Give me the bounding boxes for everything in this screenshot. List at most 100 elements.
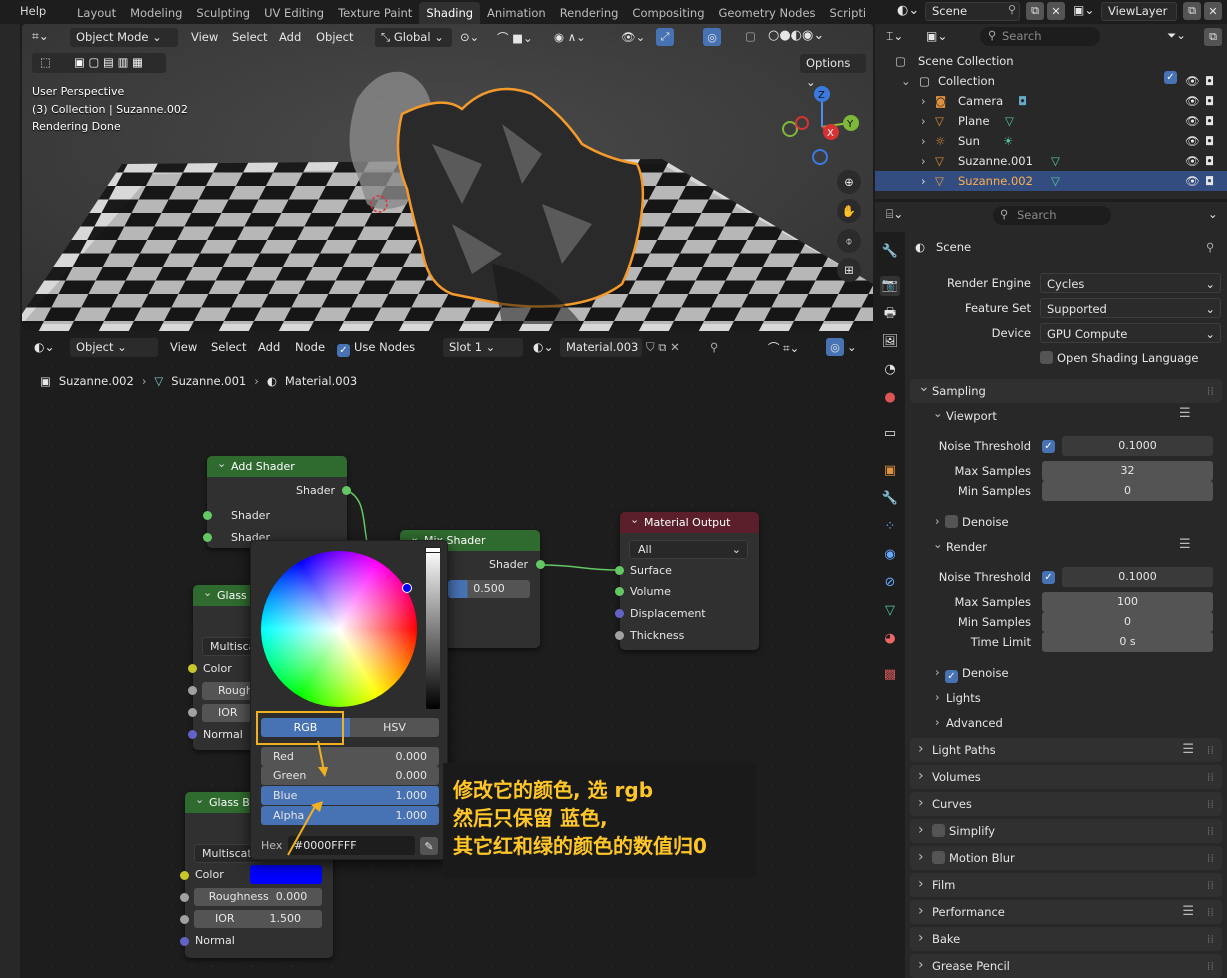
drag-handle-icon[interactable]: ⁞⁞	[1207, 873, 1214, 897]
value-slider-handle[interactable]	[425, 547, 441, 553]
mix-shader-output-socket[interactable]	[536, 560, 545, 569]
particles-tab-icon[interactable]: ⁘	[880, 517, 900, 537]
r-noise-checkbox[interactable]: ✓	[1042, 571, 1055, 584]
chevron-down-icon[interactable]: ⌄	[901, 71, 911, 91]
drag-handle-icon[interactable]: ⁞⁞	[1207, 927, 1214, 951]
lights-subpanel-label[interactable]: Lights	[946, 691, 981, 705]
drag-handle-icon[interactable]: ⁞⁞	[1207, 819, 1214, 843]
panel-volumes[interactable]: Volumes ⁞⁞	[910, 764, 1222, 789]
view-layer-tab-icon[interactable]: 🖼	[880, 332, 900, 352]
render-subpanel-label[interactable]: Render	[946, 540, 987, 554]
chevron-right-icon[interactable]: ›	[921, 151, 926, 171]
panel-simplify[interactable]: Simplify ⁞⁞	[910, 818, 1222, 843]
glass2-roughness-socket[interactable]	[180, 893, 189, 902]
glass2-color-swatch[interactable]	[250, 865, 322, 884]
pin-icon[interactable]: ⚲	[1008, 3, 1016, 16]
vp-min-field[interactable]: 0	[1042, 481, 1213, 501]
outliner-item-suzanne-002[interactable]: › ▽ Suzanne.002 ▽ 👁 ◘	[875, 171, 1227, 191]
camera-icon[interactable]: ◘	[1205, 171, 1214, 191]
panel-curves[interactable]: Curves ⁞⁞	[910, 791, 1222, 816]
view-layer-selector[interactable]: ViewLayer	[1101, 2, 1177, 21]
r-min-field[interactable]: 0	[1042, 612, 1213, 632]
outliner-item-camera[interactable]: › ◙ Camera ◘ 👁 ◘	[875, 91, 1227, 111]
properties-editor-icon[interactable]: ⌸⌄	[886, 207, 903, 222]
drag-handle-icon[interactable]: ⁞⁞	[1207, 846, 1214, 870]
camera-icon[interactable]: ◘	[1205, 111, 1214, 131]
delete-view-layer-icon[interactable]: ✕	[1204, 2, 1222, 20]
properties-options-icon[interactable]: ⌄	[1208, 207, 1218, 221]
chevron-right-icon[interactable]: ›	[935, 690, 940, 704]
chevron-down-icon[interactable]: ⌄	[933, 537, 943, 551]
camera-icon[interactable]: ◘	[1205, 131, 1214, 151]
glass1-roughness-socket[interactable]	[188, 686, 197, 695]
camera-icon[interactable]: ◘	[1205, 151, 1214, 171]
material-output-title[interactable]: Material Output	[620, 512, 759, 533]
drag-handle-icon[interactable]: ⁞⁞	[1207, 900, 1214, 924]
chevron-down-icon[interactable]: ⌄	[933, 406, 943, 420]
add-shader-title[interactable]: Add Shader	[207, 456, 347, 477]
device-dropdown[interactable]: GPU Compute ⌄	[1040, 323, 1221, 343]
drag-handle-icon[interactable]: ⁞⁞	[1207, 765, 1214, 789]
eye-icon[interactable]: 👁	[1185, 171, 1200, 191]
camera-icon[interactable]: ◘	[1205, 71, 1214, 91]
texture-tab-icon[interactable]: ▩	[880, 665, 900, 685]
vp-max-field[interactable]: 32	[1042, 461, 1213, 481]
scene-selector[interactable]: Scene	[925, 2, 1020, 21]
add-shader-input1-socket[interactable]	[203, 511, 212, 520]
panel-light-paths[interactable]: Light Paths ☰ ⁞⁞	[910, 737, 1222, 762]
volume-socket[interactable]	[615, 587, 624, 596]
panel-motion-blur[interactable]: Motion Blur ⁞⁞	[910, 845, 1222, 870]
mix-factor-field[interactable]: 0.500	[448, 580, 530, 598]
new-collection-icon[interactable]: ⧉	[1204, 28, 1222, 46]
displacement-socket[interactable]	[615, 609, 624, 618]
eye-icon[interactable]: 👁	[1185, 151, 1200, 171]
tab-hsv[interactable]: HSV	[350, 718, 439, 737]
drag-handle-icon[interactable]: ⁞⁞	[1207, 738, 1214, 762]
new-scene-icon[interactable]: ⧉	[1026, 2, 1044, 20]
material-output-node[interactable]: Material Output All ⌄ Surface Volume Disp…	[620, 512, 759, 650]
outliner-editor-icon[interactable]: ⌶⌄	[886, 29, 903, 44]
drag-handle-icon[interactable]: ⁞⁞	[1207, 792, 1214, 816]
r-noise-field[interactable]: 0.1000	[1062, 567, 1213, 587]
chevron-right-icon[interactable]: ›	[935, 665, 940, 679]
list-icon[interactable]: ☰	[1182, 738, 1194, 762]
chevron-right-icon[interactable]: ›	[921, 111, 926, 131]
glass1-normal-socket[interactable]	[188, 730, 197, 739]
outliner-scene-collection[interactable]: ▢ Scene Collection	[875, 51, 1227, 71]
eye-icon[interactable]: 👁	[1185, 91, 1200, 111]
constraints-tab-icon[interactable]: ⊘	[880, 573, 900, 593]
eyedropper-icon[interactable]: ✎	[420, 837, 438, 855]
panel-film[interactable]: Film ⁞⁞	[910, 872, 1222, 897]
add-shader-input2-socket[interactable]	[203, 533, 212, 542]
surface-socket[interactable]	[615, 566, 624, 575]
scene-icon[interactable]: ◐⌄	[897, 3, 919, 18]
add-shader-output-socket[interactable]	[342, 486, 351, 495]
chevron-right-icon[interactable]: ›	[935, 514, 940, 528]
panel-sampling[interactable]: Sampling ⁞⁞	[910, 375, 1222, 403]
outliner-display-mode-icon[interactable]: ▣⌄	[926, 29, 947, 43]
feature-set-dropdown[interactable]: Supported ⌄	[1040, 298, 1221, 318]
world-tab-icon[interactable]: ●	[880, 388, 900, 408]
view-layer-icon[interactable]: ▣⌄	[1073, 3, 1094, 17]
add-shader-node[interactable]: Add Shader Shader Shader Shader	[207, 456, 347, 548]
glass2-roughness-field[interactable]: Roughness 0.000	[194, 888, 322, 906]
glass2-normal-socket[interactable]	[180, 937, 189, 946]
r-max-field[interactable]: 100	[1042, 592, 1213, 612]
chevron-right-icon[interactable]: ›	[921, 91, 926, 111]
material-tab-icon[interactable]: ◕	[880, 629, 900, 649]
new-view-layer-icon[interactable]: ⧉	[1183, 2, 1201, 20]
eye-icon[interactable]: 👁	[1185, 111, 1200, 131]
chevron-right-icon[interactable]: ›	[921, 171, 926, 191]
glass2-color-socket[interactable]	[180, 871, 189, 880]
glass1-color-socket[interactable]	[188, 664, 197, 673]
drag-handle-icon[interactable]: ⁞⁞	[1207, 954, 1214, 978]
outliner-item-suzanne-001[interactable]: › ▽ Suzanne.001 ▽ 👁 ◘	[875, 151, 1227, 171]
list-icon[interactable]: ☰	[1179, 537, 1191, 552]
physics-tab-icon[interactable]: ◉	[880, 545, 900, 565]
outliner-item-sun[interactable]: › ☼ Sun ☀ 👁 ◘	[875, 131, 1227, 151]
render-engine-dropdown[interactable]: Cycles ⌄	[1040, 273, 1221, 293]
osl-checkbox[interactable]: Open Shading Language	[1040, 351, 1199, 365]
viewport-subpanel-label[interactable]: Viewport	[946, 409, 997, 423]
properties-search-input[interactable]: Search	[993, 206, 1111, 225]
list-icon[interactable]: ☰	[1179, 406, 1191, 421]
